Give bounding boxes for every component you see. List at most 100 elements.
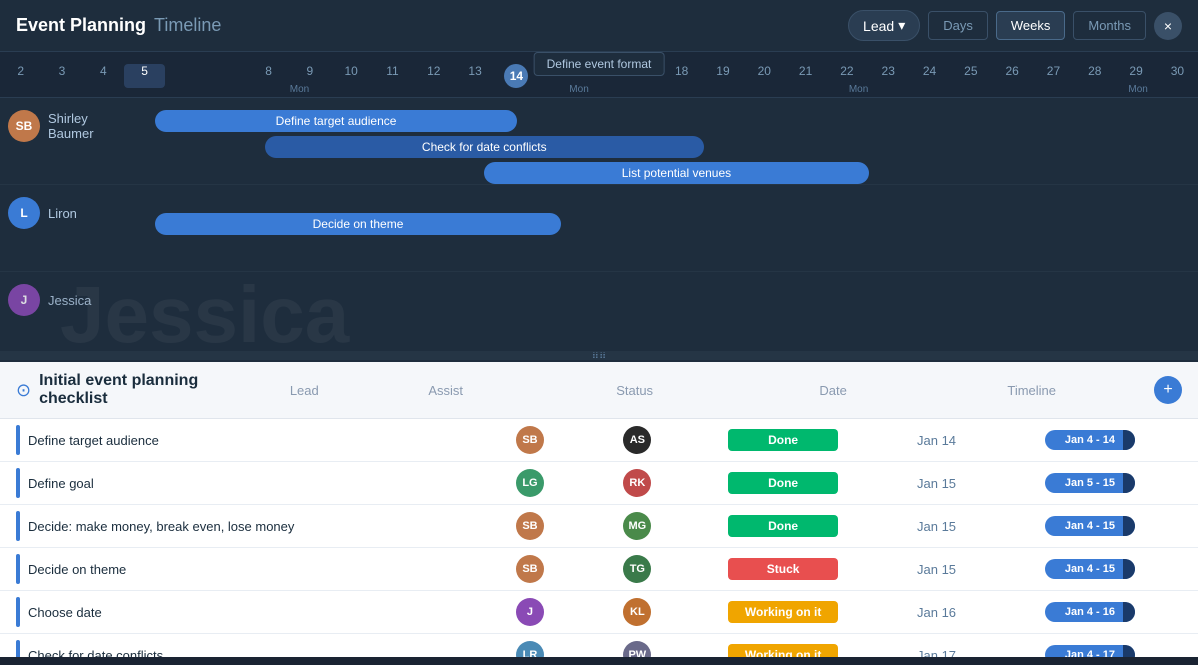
status-cell: Done	[691, 515, 875, 537]
assist-cell: RK	[584, 469, 691, 497]
lead-filter-button[interactable]: Lead ▾	[848, 10, 920, 41]
assist-avatar[interactable]: AS	[623, 426, 651, 454]
table-row: Define target audience SB AS Done Jan 14…	[0, 419, 1198, 462]
lead-chevron-icon: ▾	[898, 17, 905, 34]
lead-cell: SB	[476, 426, 583, 454]
lead-avatar[interactable]: SB	[516, 512, 544, 540]
bar-define-target[interactable]: Define target audience	[155, 110, 517, 132]
lead-avatar[interactable]: J	[516, 598, 544, 626]
table-row: Decide: make money, break even, lose mon…	[0, 505, 1198, 548]
task-name: Define target audience	[28, 433, 159, 448]
task-name: Decide on theme	[28, 562, 126, 577]
lead-avatar[interactable]: LG	[516, 469, 544, 497]
status-badge[interactable]: Working on it	[728, 644, 838, 657]
avatar-jessica: J	[8, 284, 40, 316]
person-row-liron: L Liron Decide on theme	[0, 185, 1198, 272]
task-cell: Define target audience	[16, 425, 476, 455]
assist-cell: MG	[584, 512, 691, 540]
define-event-tooltip: Define event format	[534, 52, 665, 76]
person-info-liron: L Liron	[0, 193, 100, 233]
assist-avatar[interactable]: MG	[623, 512, 651, 540]
weeks-view-button[interactable]: Weeks	[996, 11, 1066, 40]
assist-avatar[interactable]: RK	[623, 469, 651, 497]
status-badge[interactable]: Done	[728, 429, 838, 451]
task-stripe	[16, 597, 20, 627]
timeline-bars-liron: Decide on theme	[100, 193, 1198, 263]
lead-avatar[interactable]: LR	[516, 641, 544, 657]
person-name-shirley: Shirley Baumer	[48, 111, 94, 141]
scroll-drag-icon[interactable]: ⠿⠿	[592, 351, 607, 362]
date-cell-data: Jan 17	[875, 648, 998, 658]
timeline-cell: Jan 4 - 17	[998, 645, 1182, 657]
lead-filter-label: Lead	[863, 18, 894, 34]
timeline-scrollbar[interactable]: ⠿⠿	[0, 352, 1198, 360]
table-row: Choose date J KL Working on it Jan 16 Ja…	[0, 591, 1198, 634]
timeline-badge[interactable]: Jan 4 - 16	[1045, 602, 1135, 622]
assist-cell: AS	[584, 426, 691, 454]
timeline-badge[interactable]: Jan 4 - 14	[1045, 430, 1135, 450]
days-view-button[interactable]: Days	[928, 11, 988, 40]
date-cell-data: Jan 15	[875, 519, 998, 534]
assist-avatar[interactable]: PW	[623, 641, 651, 657]
task-stripe	[16, 554, 20, 584]
timeline-cell: Jan 4 - 14	[998, 430, 1182, 450]
status-badge[interactable]: Stuck	[728, 558, 838, 580]
timeline-badge[interactable]: Jan 4 - 15	[1045, 516, 1135, 536]
timeline-cell: Jan 4 - 15	[998, 516, 1182, 536]
lead-cell: J	[476, 598, 583, 626]
status-cell: Working on it	[691, 601, 875, 623]
lead-avatar[interactable]: SB	[516, 426, 544, 454]
timeline-cell: Jan 5 - 15	[998, 473, 1182, 493]
person-row-shirley: SB Shirley Baumer Define target audience…	[0, 98, 1198, 185]
months-view-button[interactable]: Months	[1073, 11, 1146, 40]
timeline-section: Define event format 2 3 4 5 8 9 10 11 12…	[0, 52, 1198, 362]
status-badge[interactable]: Working on it	[728, 601, 838, 623]
header-left: Event Planning Timeline	[16, 15, 221, 36]
status-badge[interactable]: Done	[728, 515, 838, 537]
person-row-jessica: J Jessica Jessica	[0, 272, 1198, 352]
col-header-lead: Lead	[238, 383, 371, 398]
lead-cell: SB	[476, 512, 583, 540]
task-stripe	[16, 425, 20, 455]
status-cell: Done	[691, 472, 875, 494]
status-cell: Done	[691, 429, 875, 451]
col-header-assist: Assist	[379, 383, 512, 398]
avatar-liron: L	[8, 197, 40, 229]
timeline-badge[interactable]: Jan 4 - 15	[1045, 559, 1135, 579]
status-badge[interactable]: Done	[728, 472, 838, 494]
person-info-jessica: J Jessica	[0, 280, 100, 320]
ghost-name-jessica: Jessica	[60, 269, 349, 361]
date-cell-data: Jan 15	[875, 476, 998, 491]
lead-cell: SB	[476, 555, 583, 583]
task-cell: Choose date	[16, 597, 476, 627]
checklist-expand-icon[interactable]: ⊙	[16, 380, 31, 401]
bar-decide-theme[interactable]: Decide on theme	[155, 213, 561, 235]
table-section: ⊙ Initial event planning checklist Lead …	[0, 362, 1198, 657]
app-header: Event Planning Timeline Lead ▾ Days Week…	[0, 0, 1198, 52]
task-cell: Decide: make money, break even, lose mon…	[16, 511, 476, 541]
col-header-date: Date	[757, 383, 909, 398]
task-cell: Define goal	[16, 468, 476, 498]
close-button[interactable]: ×	[1154, 12, 1182, 40]
timeline-body: SB Shirley Baumer Define target audience…	[0, 98, 1198, 352]
assist-avatar[interactable]: TG	[623, 555, 651, 583]
task-cell: Decide on theme	[16, 554, 476, 584]
avatar-shirley: SB	[8, 110, 40, 142]
person-name-liron: Liron	[48, 206, 77, 221]
task-stripe	[16, 640, 20, 657]
app-title: Event Planning	[16, 15, 146, 36]
assist-avatar[interactable]: KL	[623, 598, 651, 626]
timeline-badge[interactable]: Jan 5 - 15	[1045, 473, 1135, 493]
timeline-badge[interactable]: Jan 4 - 17	[1045, 645, 1135, 657]
bar-check-date[interactable]: Check for date conflicts	[265, 136, 704, 158]
lead-avatar[interactable]: SB	[516, 555, 544, 583]
assist-cell: PW	[584, 641, 691, 657]
table-row: Decide on theme SB TG Stuck Jan 15 Jan 4…	[0, 548, 1198, 591]
add-task-button[interactable]: +	[1154, 376, 1182, 404]
task-cell: Check for date conflicts	[16, 640, 476, 657]
assist-cell: TG	[584, 555, 691, 583]
status-cell: Stuck	[691, 558, 875, 580]
bar-list-venues[interactable]: List potential venues	[484, 162, 868, 184]
date-cell-data: Jan 16	[875, 605, 998, 620]
table-row: Check for date conflicts LR PW Working o…	[0, 634, 1198, 657]
